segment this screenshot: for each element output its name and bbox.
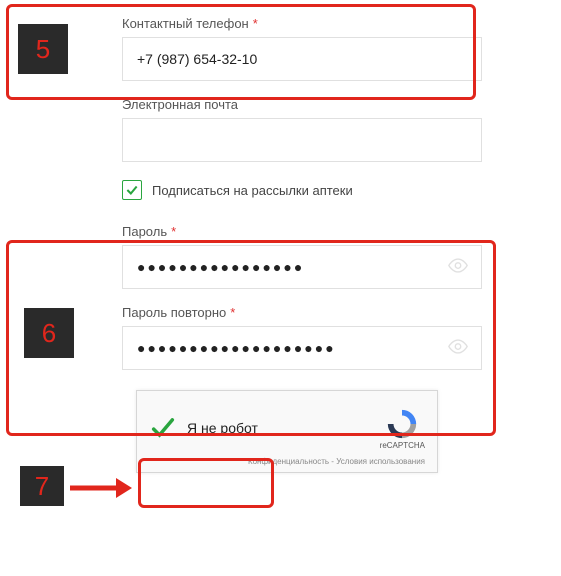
arrow-icon [68,476,132,500]
annotation-number-5: 5 [18,24,68,74]
phone-input-text[interactable] [137,51,467,67]
recaptcha-label: Я не робот [187,420,258,436]
email-input[interactable] [122,118,482,162]
recaptcha-brand-text: reCAPTCHA [380,441,425,450]
recaptcha-branding: reCAPTCHA [380,407,425,450]
recaptcha-logo-icon [385,407,419,441]
check-icon [125,183,139,197]
recaptcha-checkbox[interactable] [149,414,177,442]
check-icon [149,413,177,443]
annotation-number-7: 7 [20,466,64,506]
password-label: Пароль* [122,224,482,239]
recaptcha-footer: Конфиденциальность - Условия использован… [149,455,425,470]
subscribe-checkbox[interactable] [122,180,142,200]
email-input-text[interactable] [137,132,467,148]
subscribe-label: Подписаться на рассылки аптеки [152,183,353,198]
email-label: Электронная почта [122,97,482,112]
recaptcha-widget: Я не робот reCAPTCHA Конфиденциальность … [136,390,438,473]
eye-icon[interactable] [447,336,469,361]
password-input[interactable]: ●●●●●●●●●●●●●●●● [122,245,482,289]
password-repeat-label: Пароль повторно* [122,305,482,320]
annotation-number-6: 6 [24,308,74,358]
registration-form-section: Контактный телефон* Электронная почта По… [122,0,482,473]
password-mask: ●●●●●●●●●●●●●●●● [137,259,304,275]
password-repeat-input[interactable]: ●●●●●●●●●●●●●●●●●●● [122,326,482,370]
phone-input[interactable] [122,37,482,81]
eye-icon[interactable] [447,255,469,280]
phone-label: Контактный телефон* [122,16,482,31]
password-repeat-mask: ●●●●●●●●●●●●●●●●●●● [137,340,336,356]
